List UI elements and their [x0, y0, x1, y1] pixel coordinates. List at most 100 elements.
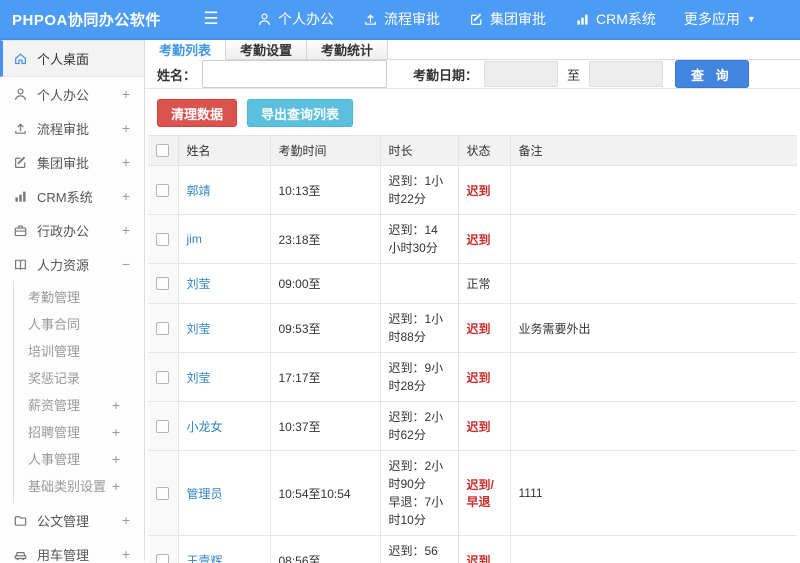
date-from-input[interactable] [484, 61, 559, 87]
topbar-item-label: CRM系统 [596, 11, 656, 27]
status-badge: 迟到 [466, 370, 491, 385]
tab-attendance-stats[interactable]: 考勤统计 [307, 40, 389, 60]
expand-plus-icon[interactable]: + [112, 397, 122, 413]
sidebar-item[interactable]: 个人办公 + [0, 77, 144, 111]
employee-name-link[interactable]: 刘莹 [187, 322, 211, 336]
cell-duration: 迟到：9小时28分 [380, 352, 459, 402]
cell-time: 09:00至 [270, 263, 381, 304]
topbar-item[interactable]: 流程审批 [362, 9, 440, 29]
sidebar-item[interactable]: 集团审批 + [0, 145, 144, 179]
cell-time: 08:56至 [270, 535, 381, 563]
select-all-checkbox[interactable] [156, 144, 169, 157]
sidebar-subitem-label: 招聘管理 [28, 425, 81, 440]
tab-attendance-list[interactable]: 考勤列表 [145, 40, 227, 60]
table-row: 小龙女 10:37至 迟到：2小时62分 迟到 [148, 401, 797, 451]
sidebar-subitem[interactable]: 培训管理 [14, 337, 144, 364]
row-checkbox[interactable] [156, 321, 169, 335]
cell-duration: 迟到：56分 [380, 535, 459, 563]
collapse-minus-icon[interactable]: − [122, 256, 132, 272]
menu-toggle-icon[interactable]: ☰ [198, 9, 224, 29]
briefcase-icon [12, 222, 28, 238]
search-button[interactable]: 查 询 [675, 60, 749, 88]
attendance-table: 姓名 考勤时间 时长 状态 备注 郭靖 10:13至 迟到：1小时22分 迟到 jim 2… [148, 135, 797, 563]
expand-plus-icon[interactable]: + [122, 512, 132, 528]
user-icon [256, 11, 272, 27]
tab-attendance-settings[interactable]: 考勤设置 [226, 40, 308, 60]
topbar-item[interactable]: 个人办公 [256, 9, 334, 29]
expand-plus-icon[interactable]: + [122, 546, 132, 561]
sidebar-item-label: 人力资源 [37, 257, 90, 273]
cell-note [510, 263, 797, 304]
clean-data-button[interactable]: 清理数据 [157, 99, 238, 127]
date-to-label: 至 [567, 67, 581, 83]
sidebar-subitem-label: 人事合同 [28, 317, 81, 332]
sidebar-item[interactable]: 流程审批 + [0, 111, 144, 145]
row-checkbox[interactable] [156, 370, 169, 384]
expand-plus-icon[interactable]: + [122, 222, 132, 238]
sidebar-item-label: 个人桌面 [37, 52, 90, 67]
sidebar-item[interactable]: 行政办公 + [0, 213, 144, 247]
row-checkbox[interactable] [156, 183, 169, 197]
sidebar-subitem-label: 薪资管理 [28, 398, 81, 413]
expand-plus-icon[interactable]: + [112, 424, 122, 440]
sidebar-item[interactable]: 用车管理 + [0, 537, 144, 561]
chart-icon [574, 11, 590, 27]
sidebar-subitem[interactable]: 人事管理 + [14, 445, 144, 472]
name-input[interactable] [202, 60, 388, 88]
sidebar-item-label: 用车管理 [37, 547, 90, 562]
employee-name-link[interactable]: 郭靖 [187, 184, 211, 198]
sidebar-subitem[interactable]: 基础类别设置 + [14, 472, 144, 499]
cell-name: 刘莹 [178, 352, 271, 402]
sidebar-item[interactable]: 公文管理 + [0, 503, 144, 537]
duration-line: 迟到：2小时62分 [388, 410, 444, 442]
topbar-item[interactable]: 更多应用 ▼ [684, 9, 756, 29]
sidebar-subitem[interactable]: 招聘管理 + [14, 418, 144, 445]
employee-name-link[interactable]: 王壹辉 [187, 554, 223, 563]
sidebar-item-label: 公文管理 [37, 513, 90, 529]
row-checkbox[interactable] [156, 277, 169, 290]
row-checkbox[interactable] [156, 419, 169, 433]
sidebar-item[interactable]: CRM系统 + [0, 179, 144, 213]
date-to-input[interactable] [589, 61, 664, 87]
cell-status: 迟到 [458, 535, 511, 563]
expand-plus-icon[interactable]: + [112, 451, 122, 467]
row-checkbox-cell [148, 535, 179, 563]
cell-status: 正常 [458, 263, 511, 304]
sidebar-subitem[interactable]: 薪资管理 + [14, 391, 144, 418]
employee-name-link[interactable]: 刘莹 [187, 277, 211, 291]
employee-name-link[interactable]: 管理员 [187, 487, 223, 501]
cell-name: 小龙女 [178, 401, 271, 451]
sidebar-subitem[interactable]: 考勤管理 [14, 283, 144, 310]
sidebar-subitem[interactable]: 奖惩记录 [14, 364, 144, 391]
export-list-button[interactable]: 导出查询列表 [247, 99, 354, 127]
topbar-item[interactable]: 集团审批 [468, 9, 546, 29]
car-icon [12, 546, 28, 561]
caret-down-icon: ▼ [746, 14, 756, 24]
sidebar-subitem-label: 基础类别设置 [28, 479, 107, 494]
sidebar-item[interactable]: 个人桌面 [0, 40, 144, 77]
expand-plus-icon[interactable]: + [122, 86, 132, 102]
cell-note [510, 214, 797, 264]
employee-name-link[interactable]: jim [187, 232, 202, 246]
col-header-duration: 时长 [380, 135, 459, 166]
flow-icon [12, 120, 28, 136]
sidebar-submenu: 考勤管理 人事合同 培训管理 奖惩记录 薪资管理 + 招聘管理 + 人事管理 + 基础类别设置 + [13, 281, 144, 503]
cell-time: 09:53至 [270, 303, 381, 353]
sidebar-item[interactable]: 人力资源 − [0, 247, 144, 281]
sidebar-subitem-label: 奖惩记录 [28, 371, 81, 386]
sidebar-subitem[interactable]: 人事合同 [14, 310, 144, 337]
edit-icon [468, 11, 484, 27]
sidebar-item-label: 集团审批 [37, 155, 90, 171]
row-checkbox[interactable] [156, 486, 169, 500]
expand-plus-icon[interactable]: + [122, 188, 132, 204]
expand-plus-icon[interactable]: + [112, 478, 122, 494]
sidebar-subitem-label: 培训管理 [28, 344, 81, 359]
row-checkbox[interactable] [156, 553, 169, 563]
employee-name-link[interactable]: 刘莹 [187, 371, 211, 385]
employee-name-link[interactable]: 小龙女 [187, 420, 223, 434]
expand-plus-icon[interactable]: + [122, 154, 132, 170]
expand-plus-icon[interactable]: + [122, 120, 132, 136]
topbar-item[interactable]: CRM系统 [574, 9, 656, 29]
row-checkbox[interactable] [156, 232, 169, 246]
cell-note: 1111 [510, 450, 797, 536]
